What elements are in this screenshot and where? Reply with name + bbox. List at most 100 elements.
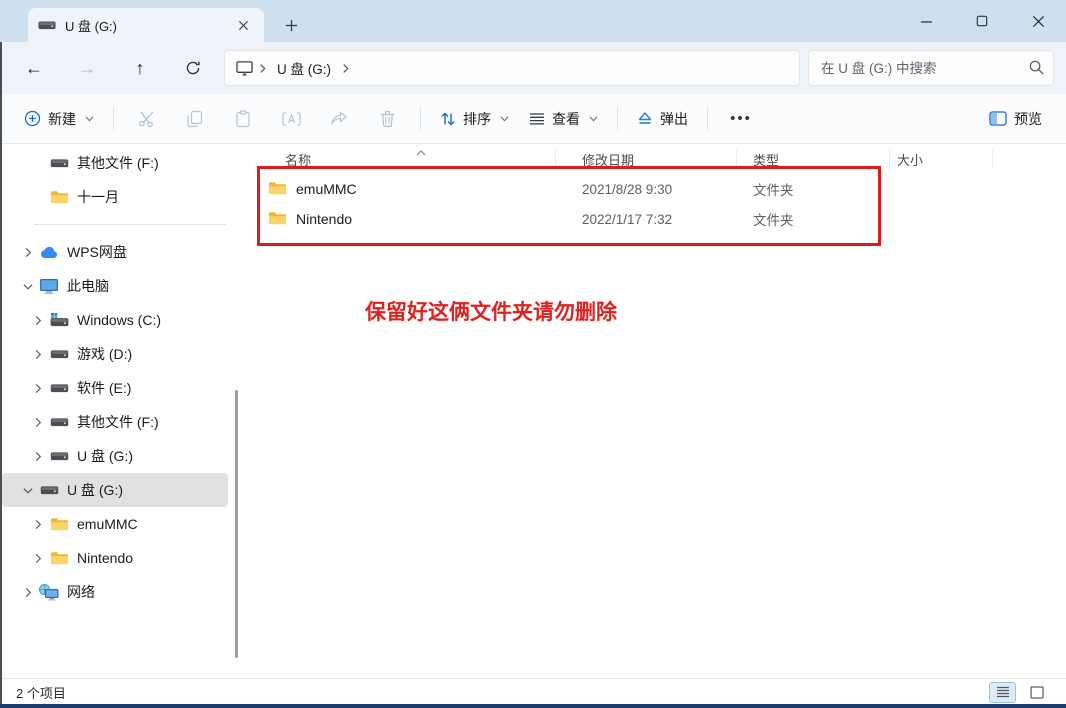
up-button[interactable]: ↑ <box>118 50 162 86</box>
search-icon[interactable] <box>1028 59 1045 81</box>
sidebar-item-label: 其他文件 (F:) <box>77 412 159 432</box>
sort-button[interactable]: 排序 <box>430 101 519 137</box>
sidebar-item[interactable]: 其他文件 (F:) <box>2 405 228 439</box>
refresh-button[interactable] <box>171 50 215 86</box>
window-left-edge <box>0 42 2 704</box>
back-button[interactable]: ← <box>12 50 56 86</box>
sidebar-item-label: 网络 <box>67 582 95 602</box>
view-button[interactable]: 查看 <box>519 101 608 137</box>
sort-ascending-icon <box>416 144 426 159</box>
folder-icon <box>48 516 70 532</box>
column-header-date[interactable]: 修改日期 <box>556 149 737 169</box>
sidebar-scrollbar[interactable] <box>235 390 238 658</box>
thumbnail-view-button[interactable] <box>1023 682 1050 703</box>
column-header-type[interactable]: 类型 <box>737 149 890 169</box>
eject-button[interactable]: 弹出 <box>627 101 698 137</box>
drive-icon <box>48 158 70 169</box>
sidebar-item[interactable]: 网络 <box>2 575 228 609</box>
sidebar-item[interactable]: U 盘 (G:) <box>2 473 228 507</box>
folder-icon <box>48 189 70 205</box>
view-button-label: 查看 <box>552 109 580 129</box>
column-header-size[interactable]: 大小 <box>890 149 993 169</box>
chevron-right-icon[interactable] <box>18 587 38 598</box>
explorer-window: U 盘 (G:) ← → ↑ <box>0 0 1066 708</box>
sidebar-item[interactable]: 游戏 (D:) <box>2 337 228 371</box>
minimize-button[interactable] <box>898 0 954 42</box>
preview-button-label: 预览 <box>1014 109 1042 129</box>
column-headers: 名称 修改日期 类型 大小 <box>248 144 1066 174</box>
file-type: 文件夹 <box>737 209 890 229</box>
sidebar-item[interactable]: Windows (C:) <box>2 303 228 337</box>
search-input[interactable] <box>808 50 1054 86</box>
breadcrumb-item[interactable]: U 盘 (G:) <box>277 58 331 78</box>
navigation-bar: ← → ↑ U 盘 (G:) <box>0 42 1066 94</box>
item-count: 2 个项目 <box>16 683 66 702</box>
sidebar-item[interactable]: Nintendo <box>2 541 228 575</box>
forward-button[interactable]: → <box>65 50 109 86</box>
chevron-down-icon[interactable] <box>18 485 38 496</box>
sidebar-item-label: 此电脑 <box>67 276 109 296</box>
sort-button-label: 排序 <box>463 109 491 129</box>
column-header-name[interactable]: 名称 <box>248 149 556 169</box>
drive-icon <box>48 349 70 360</box>
sidebar-item-label: 游戏 (D:) <box>77 344 132 364</box>
maximize-button[interactable] <box>954 0 1010 42</box>
drive-icon <box>38 485 60 496</box>
view-lines-icon <box>529 112 545 126</box>
sidebar-item[interactable]: 十一月 <box>2 180 228 214</box>
toolbar-separator <box>420 107 421 131</box>
sidebar-item[interactable]: 其他文件 (F:) <box>2 146 228 180</box>
toolbar-separator <box>113 107 114 131</box>
sidebar-item-label: 十一月 <box>77 187 119 207</box>
breadcrumb-chevron-icon[interactable] <box>342 63 349 74</box>
folder-icon <box>48 550 70 566</box>
drive-icon <box>48 417 70 428</box>
sidebar-item[interactable]: WPS网盘 <box>2 235 228 269</box>
new-tab-button[interactable] <box>278 12 304 38</box>
navigation-pane: 其他文件 (F:) 十一月 WPS网盘 此电脑 Windows (C:) 游戏 … <box>0 144 248 678</box>
this-pc-icon[interactable] <box>235 60 254 77</box>
network-icon <box>38 584 60 601</box>
rename-button[interactable] <box>271 101 311 137</box>
search-box <box>808 50 1054 86</box>
chevron-right-icon[interactable] <box>28 417 48 428</box>
sidebar-item[interactable]: 软件 (E:) <box>2 371 228 405</box>
delete-button[interactable] <box>367 101 407 137</box>
explorer-tab[interactable]: U 盘 (G:) <box>28 8 264 42</box>
more-button[interactable]: ••• <box>721 101 761 137</box>
tab-close-icon[interactable] <box>232 14 254 36</box>
file-row[interactable]: emuMMC 2021/8/28 9:30 文件夹 <box>248 174 1066 204</box>
details-view-button[interactable] <box>989 682 1016 703</box>
chevron-right-icon[interactable] <box>28 553 48 564</box>
sidebar-item[interactable]: 此电脑 <box>2 269 228 303</box>
copy-button[interactable] <box>175 101 215 137</box>
sidebar-item-label: U 盘 (G:) <box>77 446 133 466</box>
chevron-down-icon <box>85 116 94 122</box>
drive-icon <box>48 451 70 462</box>
chevron-right-icon[interactable] <box>28 315 48 326</box>
chevron-right-icon[interactable] <box>18 247 38 258</box>
share-button[interactable] <box>319 101 359 137</box>
address-bar[interactable]: U 盘 (G:) <box>224 50 800 86</box>
preview-button[interactable]: 预览 <box>979 101 1052 137</box>
sidebar-item[interactable]: emuMMC <box>2 507 228 541</box>
sidebar-item-label: 软件 (E:) <box>77 378 131 398</box>
chevron-right-icon[interactable] <box>28 349 48 360</box>
drive-icon <box>48 383 70 394</box>
new-button[interactable]: 新建 <box>14 101 104 137</box>
toolbar-separator <box>617 107 618 131</box>
close-button[interactable] <box>1010 0 1066 42</box>
cut-button[interactable] <box>127 101 167 137</box>
folder-icon <box>268 210 287 229</box>
chevron-down-icon <box>500 116 509 122</box>
chevron-right-icon[interactable] <box>28 383 48 394</box>
windrive-icon <box>48 313 70 328</box>
chevron-right-icon[interactable] <box>28 519 48 530</box>
chevron-down-icon[interactable] <box>18 281 38 292</box>
file-name: emuMMC <box>296 181 357 197</box>
sidebar-item[interactable]: U 盘 (G:) <box>2 439 228 473</box>
chevron-right-icon[interactable] <box>28 451 48 462</box>
paste-button[interactable] <box>223 101 263 137</box>
file-row[interactable]: Nintendo 2022/1/17 7:32 文件夹 <box>248 204 1066 234</box>
eject-icon <box>637 111 653 126</box>
